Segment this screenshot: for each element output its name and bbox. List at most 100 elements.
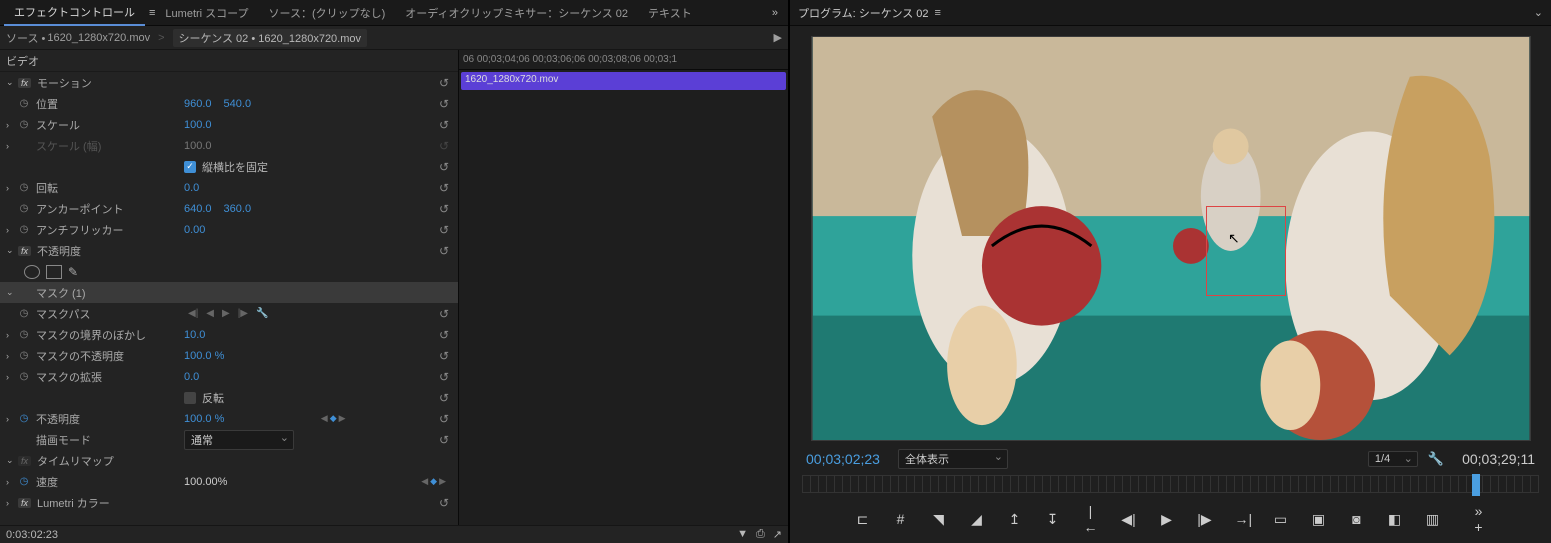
stopwatch-icon[interactable]: ◷ bbox=[18, 203, 30, 215]
lumetri-group[interactable]: › fx Lumetri カラー ↺ bbox=[0, 492, 458, 513]
in-point-icon[interactable]: ◥ bbox=[931, 511, 947, 528]
comparison-icon[interactable]: ◧ bbox=[1387, 511, 1403, 528]
overwrite-icon[interactable]: ▭ bbox=[1273, 511, 1289, 528]
more-icon[interactable]: » + bbox=[1471, 503, 1487, 535]
track-next-icon[interactable]: ▶ bbox=[222, 308, 230, 319]
scale-row[interactable]: › ◷ スケール 100.0 ↺ bbox=[0, 114, 458, 135]
reset-icon[interactable]: ↺ bbox=[436, 390, 452, 406]
mask-expansion-row[interactable]: › ◷ マスクの拡張 0.0 ↺ bbox=[0, 366, 458, 387]
position-y-value[interactable]: 540.0 bbox=[224, 98, 252, 110]
rectangle-mask-icon[interactable] bbox=[46, 265, 62, 279]
panel-menu-icon[interactable]: ≡ bbox=[935, 7, 941, 19]
reset-icon[interactable]: ↺ bbox=[436, 495, 452, 511]
source-clip-name[interactable]: 1620_1280x720.mov bbox=[47, 32, 150, 44]
speed-value[interactable]: 100.00% bbox=[184, 476, 227, 488]
mask-feather-row[interactable]: › ◷ マスクの境界のぼかし 10.0 ↺ bbox=[0, 324, 458, 345]
extract-icon[interactable]: ▣ bbox=[1311, 511, 1327, 528]
go-out-icon[interactable]: →| bbox=[1235, 511, 1251, 527]
program-viewer[interactable]: ↖ bbox=[790, 26, 1551, 445]
stopwatch-icon[interactable]: ◷ bbox=[18, 224, 30, 236]
position-row[interactable]: ◷ 位置 960.0 540.0 ↺ bbox=[0, 93, 458, 114]
ellipse-mask-icon[interactable] bbox=[24, 265, 40, 279]
twirl-down-icon[interactable]: ⌄ bbox=[6, 77, 18, 88]
blend-mode-select[interactable]: 通常 bbox=[184, 430, 294, 450]
twirl-down-icon[interactable]: ⌄ bbox=[6, 245, 18, 256]
stopwatch-icon[interactable]: ◷ bbox=[18, 119, 30, 131]
mask-opacity-row[interactable]: › ◷ マスクの不透明度 100.0 % ↺ bbox=[0, 345, 458, 366]
export-icon[interactable]: ↗ bbox=[773, 528, 782, 541]
tab-text[interactable]: テキスト bbox=[638, 1, 702, 25]
insert-icon[interactable]: ↧ bbox=[1045, 511, 1061, 528]
resolution-select[interactable]: 1/4 bbox=[1368, 451, 1418, 467]
stopwatch-icon[interactable]: ◷ bbox=[18, 371, 30, 383]
rotation-row[interactable]: › ◷ 回転 0.0 ↺ bbox=[0, 177, 458, 198]
reset-icon[interactable]: ↺ bbox=[436, 432, 452, 448]
stopwatch-icon[interactable]: ◷ bbox=[18, 98, 30, 110]
stopwatch-icon[interactable]: ◷ bbox=[18, 308, 30, 320]
next-kf-icon[interactable]: ▶ bbox=[439, 476, 446, 487]
track-prev-icon[interactable]: ◀ bbox=[206, 308, 214, 319]
reset-icon[interactable]: ↺ bbox=[436, 327, 452, 343]
reset-icon[interactable]: ↺ bbox=[436, 117, 452, 133]
playhead[interactable] bbox=[1472, 474, 1480, 496]
prev-kf-icon[interactable]: ◀ bbox=[321, 413, 328, 424]
rotation-value[interactable]: 0.0 bbox=[184, 182, 199, 194]
tab-effect-controls[interactable]: エフェクトコントロール bbox=[4, 0, 145, 26]
fx-badge[interactable]: fx bbox=[18, 78, 31, 88]
time-remap-group[interactable]: ⌄ fx タイムリマップ bbox=[0, 450, 458, 471]
stopwatch-icon[interactable]: ◷ bbox=[18, 350, 30, 362]
sequence-link[interactable]: シーケンス 02 • 1620_1280x720.mov bbox=[173, 29, 367, 47]
mark-in-icon[interactable]: ⊏ bbox=[855, 511, 871, 528]
mask-overlay[interactable] bbox=[1206, 206, 1286, 296]
pen-mask-icon[interactable]: ✎ bbox=[68, 265, 84, 279]
fx-badge[interactable]: fx bbox=[18, 498, 31, 508]
speed-row[interactable]: › ◷ 速度 100.00% ◀ ◆ ▶ bbox=[0, 471, 458, 492]
twirl-right-icon[interactable]: › bbox=[6, 120, 18, 130]
marker-icon[interactable]: # bbox=[893, 511, 909, 527]
scale-value[interactable]: 100.0 bbox=[184, 119, 212, 131]
scrub-bar[interactable] bbox=[802, 475, 1539, 493]
current-timecode[interactable]: 00;03;02;23 bbox=[806, 451, 880, 467]
uniform-scale-checkbox[interactable]: ✓ bbox=[184, 161, 196, 173]
reset-icon[interactable]: ↺ bbox=[436, 75, 452, 91]
safe-margins-icon[interactable]: ▥ bbox=[1425, 511, 1441, 528]
invert-checkbox[interactable] bbox=[184, 392, 196, 404]
wrench-icon[interactable]: 🔧 bbox=[256, 308, 268, 319]
settings-icon[interactable]: 🔧 bbox=[1428, 451, 1444, 467]
lift-icon[interactable]: ↥ bbox=[1007, 511, 1023, 528]
twirl-right-icon[interactable]: › bbox=[6, 498, 18, 508]
current-timecode[interactable]: 0:03:02:23 bbox=[6, 529, 58, 541]
mask-1-row[interactable]: ⌄ マスク (1) bbox=[0, 282, 458, 303]
tab-source[interactable]: ソース：(クリップなし) bbox=[259, 1, 396, 25]
reset-icon[interactable]: ↺ bbox=[436, 201, 452, 217]
step-fwd-icon[interactable]: |▶ bbox=[1197, 511, 1213, 528]
effect-timeline[interactable]: 06 00;03;04;06 00;03;06;06 00;03;08;06 0… bbox=[458, 50, 788, 525]
go-in-icon[interactable]: |← bbox=[1083, 503, 1099, 535]
tab-lumetri-scopes[interactable]: Lumetri スコープ bbox=[155, 1, 258, 25]
stopwatch-icon[interactable]: ◷ bbox=[18, 182, 30, 194]
play-only-icon[interactable]: ▶ bbox=[774, 31, 782, 44]
antiflicker-value[interactable]: 0.00 bbox=[184, 224, 205, 236]
mask-opacity-value[interactable]: 100.0 % bbox=[184, 350, 224, 362]
twirl-down-icon[interactable]: ⌄ bbox=[6, 455, 18, 466]
stopwatch-icon[interactable]: ◷ bbox=[18, 329, 30, 341]
anchor-row[interactable]: ◷ アンカーポイント 640.0 360.0 ↺ bbox=[0, 198, 458, 219]
reset-icon[interactable]: ↺ bbox=[436, 348, 452, 364]
anchor-x-value[interactable]: 640.0 bbox=[184, 203, 212, 215]
fit-select[interactable]: 全体表示 bbox=[898, 449, 1008, 469]
mask-feather-value[interactable]: 10.0 bbox=[184, 329, 205, 341]
reset-icon[interactable]: ↺ bbox=[436, 222, 452, 238]
track-back-icon[interactable]: ◀| bbox=[188, 308, 198, 319]
mask-expansion-value[interactable]: 0.0 bbox=[184, 371, 199, 383]
tabs-overflow-icon[interactable]: » bbox=[766, 7, 784, 19]
timeline-ruler[interactable]: 06 00;03;04;06 00;03;06;06 00;03;08;06 0… bbox=[459, 50, 788, 70]
reset-icon[interactable]: ↺ bbox=[436, 306, 452, 322]
blend-mode-row[interactable]: 描画モード 通常 ↺ bbox=[0, 429, 458, 450]
mask-invert-row[interactable]: 反転 ↺ bbox=[0, 387, 458, 408]
reset-icon[interactable]: ↺ bbox=[436, 159, 452, 175]
twirl-down-icon[interactable]: ⌄ bbox=[6, 287, 18, 298]
opacity-value[interactable]: 100.0 % bbox=[184, 413, 224, 425]
reset-icon[interactable]: ↺ bbox=[436, 243, 452, 259]
reset-icon[interactable]: ↺ bbox=[436, 180, 452, 196]
stopwatch-icon[interactable]: ◷ bbox=[18, 413, 30, 425]
